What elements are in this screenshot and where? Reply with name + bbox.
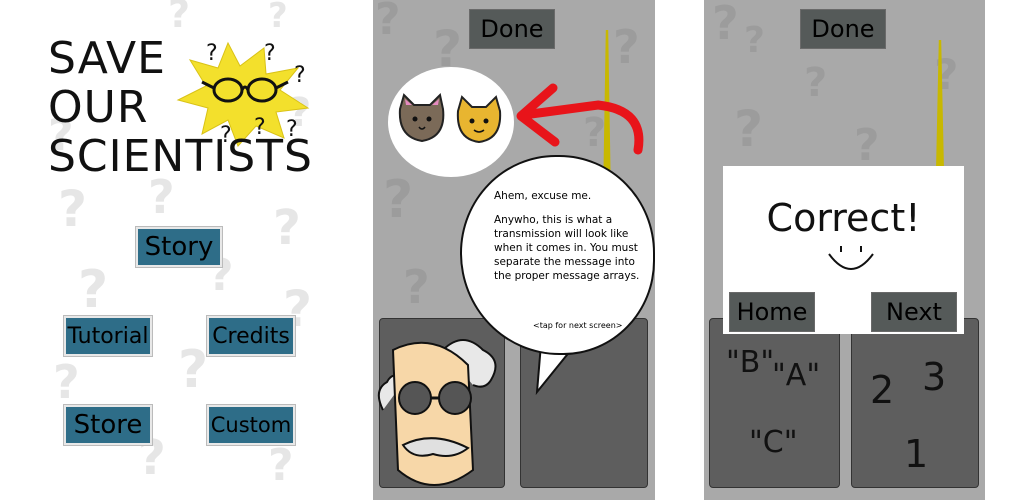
speech-bubble-text: Ahem, excuse me. Anywho, this is what a …	[494, 190, 640, 282]
done-button[interactable]: Done	[800, 9, 886, 49]
main-menu-screen: ? ? ? ? ? ? ? ? ? ? ? ? ? ? ? ? ? ? ? ? …	[38, 0, 323, 500]
result-screen: ? ? ? ? ? ? Done "B" "A" "C" 2 3 1 Corre…	[704, 0, 985, 500]
array-item[interactable]: "A"	[772, 358, 820, 393]
smiley-face-icon	[828, 246, 874, 270]
antenna-pole	[936, 40, 944, 170]
game-logo: ? ? ? ? ? ? SAVE OUR SCIENTISTS	[48, 34, 318, 194]
brown-cat-icon	[398, 92, 445, 143]
tutorial-button[interactable]: Tutorial	[64, 316, 152, 356]
array-item[interactable]: "C"	[749, 425, 798, 460]
credits-button[interactable]: Credits	[207, 316, 295, 356]
story-button[interactable]: Story	[136, 227, 222, 267]
array-item[interactable]: 1	[904, 432, 928, 476]
scientist-character	[377, 339, 497, 486]
message-array-slot-left[interactable]	[709, 318, 840, 488]
home-button[interactable]: Home	[729, 292, 815, 332]
result-message: Correct!	[766, 196, 921, 240]
sender-avatar-circle	[388, 67, 514, 177]
next-button[interactable]: Next	[871, 292, 957, 332]
store-button[interactable]: Store	[64, 405, 152, 445]
game-title: SAVE OUR SCIENTISTS	[48, 33, 313, 182]
array-item[interactable]: 2	[870, 368, 894, 412]
array-item[interactable]: "B"	[726, 345, 774, 380]
array-item[interactable]: 3	[922, 355, 946, 399]
result-dialog: Correct! Home Next	[723, 166, 964, 334]
custom-button[interactable]: Custom	[207, 405, 295, 445]
yellow-cat-icon	[456, 95, 502, 144]
tutorial-screen: ? ? ? ? ? ? ? Done	[373, 0, 655, 500]
done-button[interactable]: Done	[469, 9, 555, 49]
tap-next-hint: <tap for next screen>	[533, 321, 623, 330]
